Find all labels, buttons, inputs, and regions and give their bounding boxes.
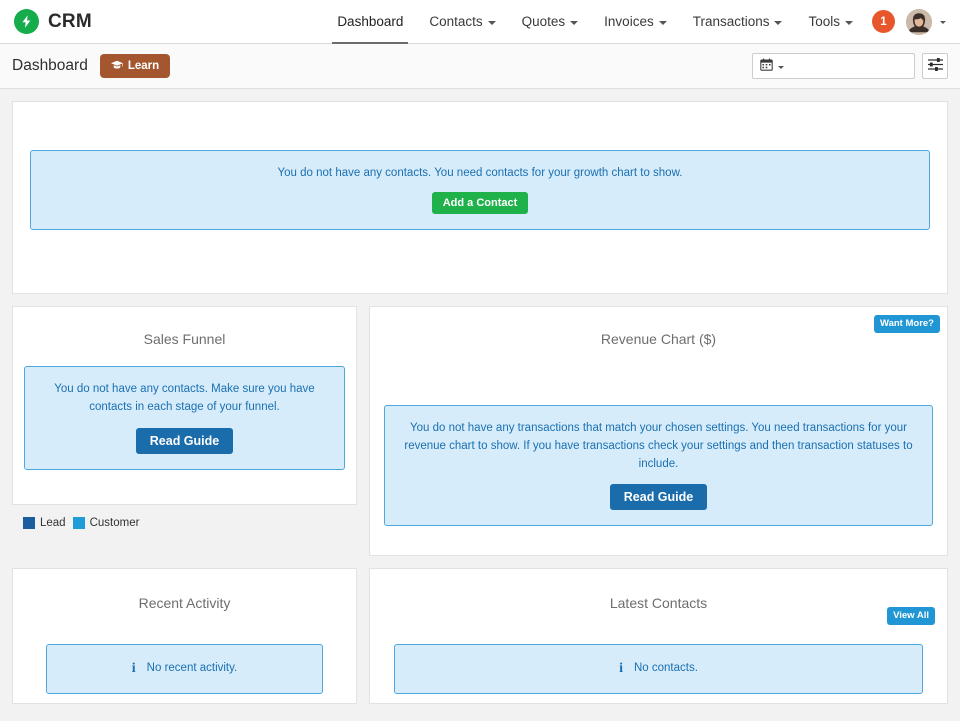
dashboard-row-1: Sales Funnel You do not have any contact… xyxy=(12,306,948,556)
latest-contacts-title: Latest Contacts xyxy=(394,569,923,611)
sales-funnel-column: Sales Funnel You do not have any contact… xyxy=(12,306,357,529)
top-navbar: CRM Dashboard Contacts Quotes Invoices T… xyxy=(0,0,960,44)
latest-contacts-column: View All Latest Contacts i No contacts. xyxy=(369,568,948,704)
revenue-chart-empty-text: You do not have any transactions that ma… xyxy=(401,420,916,473)
learn-button[interactable]: Learn xyxy=(100,54,170,78)
brand-name: CRM xyxy=(48,11,92,33)
nav-item-quotes[interactable]: Quotes xyxy=(509,0,592,44)
nav-item-dashboard[interactable]: Dashboard xyxy=(324,0,416,44)
nav-item-transactions-label: Transactions xyxy=(693,14,770,29)
revenue-chart-empty-alert: You do not have any transactions that ma… xyxy=(384,405,933,526)
sales-funnel-empty-alert: You do not have any contacts. Make sure … xyxy=(24,366,345,470)
sales-funnel-title: Sales Funnel xyxy=(24,307,345,347)
growth-chart-empty-text: You do not have any contacts. You need c… xyxy=(47,165,913,183)
learn-button-label: Learn xyxy=(128,60,159,72)
main-navigation: Dashboard Contacts Quotes Invoices Trans… xyxy=(324,0,948,44)
nav-item-invoices-label: Invoices xyxy=(604,14,654,29)
chevron-down-icon xyxy=(659,21,667,25)
lightning-bolt-icon xyxy=(14,9,39,34)
revenue-chart-card: Want More? Revenue Chart ($) You do not … xyxy=(369,306,948,556)
legend-swatch-customer xyxy=(73,517,85,529)
legend-item-customer[interactable]: Customer xyxy=(73,517,140,529)
dashboard-settings-button[interactable] xyxy=(922,53,948,79)
growth-chart-empty-alert: You do not have any contacts. You need c… xyxy=(30,150,930,230)
want-more-button[interactable]: Want More? xyxy=(874,315,940,333)
info-icon: i xyxy=(132,658,136,680)
info-icon: i xyxy=(619,658,623,680)
sales-funnel-card: Sales Funnel You do not have any contact… xyxy=(12,306,357,505)
recent-activity-title: Recent Activity xyxy=(46,569,323,611)
nav-item-tools[interactable]: Tools xyxy=(795,0,866,44)
chevron-down-icon xyxy=(570,21,578,25)
revenue-chart-column: Want More? Revenue Chart ($) You do not … xyxy=(369,306,948,556)
latest-contacts-card: View All Latest Contacts i No contacts. xyxy=(369,568,948,704)
legend-item-lead[interactable]: Lead xyxy=(23,517,66,529)
sliders-icon xyxy=(927,57,944,75)
nav-item-invoices[interactable]: Invoices xyxy=(591,0,680,44)
avatar[interactable] xyxy=(906,9,932,35)
notification-badge[interactable]: 1 xyxy=(872,10,895,33)
view-all-contacts-button[interactable]: View All xyxy=(887,607,935,625)
chevron-down-icon xyxy=(845,21,853,25)
dashboard-row-2: Recent Activity i No recent activity. Vi… xyxy=(12,568,948,704)
avatar-chevron-down-icon[interactable] xyxy=(940,21,946,24)
chevron-down-icon xyxy=(778,66,784,69)
sales-funnel-read-guide-button[interactable]: Read Guide xyxy=(136,428,233,454)
date-range-picker[interactable] xyxy=(752,53,915,79)
page-subheader: Dashboard Learn xyxy=(0,44,960,89)
graduation-cap-icon xyxy=(111,60,123,73)
growth-chart-card: You do not have any contacts. You need c… xyxy=(12,101,948,294)
sales-funnel-empty-text: You do not have any contacts. Make sure … xyxy=(41,381,328,417)
nav-item-transactions[interactable]: Transactions xyxy=(680,0,796,44)
latest-contacts-empty-alert: i No contacts. xyxy=(394,644,923,694)
nav-item-dashboard-label: Dashboard xyxy=(337,14,403,29)
page-title: Dashboard xyxy=(12,57,88,75)
recent-activity-empty-alert: i No recent activity. xyxy=(46,644,323,694)
legend-label-customer: Customer xyxy=(90,517,140,529)
chevron-down-icon xyxy=(488,21,496,25)
nav-item-quotes-label: Quotes xyxy=(522,14,566,29)
latest-contacts-empty-text: No contacts. xyxy=(634,660,698,678)
nav-item-contacts[interactable]: Contacts xyxy=(416,0,508,44)
recent-activity-empty-text: No recent activity. xyxy=(147,660,238,678)
legend-swatch-lead xyxy=(23,517,35,529)
revenue-chart-title: Revenue Chart ($) xyxy=(384,307,933,347)
revenue-chart-read-guide-button[interactable]: Read Guide xyxy=(610,484,707,510)
chevron-down-icon xyxy=(774,21,782,25)
recent-activity-column: Recent Activity i No recent activity. xyxy=(12,568,357,704)
sales-funnel-legend: Lead Customer xyxy=(12,505,357,529)
dashboard-main: You do not have any contacts. You need c… xyxy=(0,89,960,716)
nav-item-tools-label: Tools xyxy=(808,14,840,29)
brand-logo[interactable]: CRM xyxy=(14,9,92,34)
add-contact-button[interactable]: Add a Contact xyxy=(432,192,529,214)
subheader-controls xyxy=(752,53,948,79)
calendar-icon xyxy=(760,58,773,74)
nav-item-contacts-label: Contacts xyxy=(429,14,482,29)
recent-activity-card: Recent Activity i No recent activity. xyxy=(12,568,357,704)
legend-label-lead: Lead xyxy=(40,517,66,529)
